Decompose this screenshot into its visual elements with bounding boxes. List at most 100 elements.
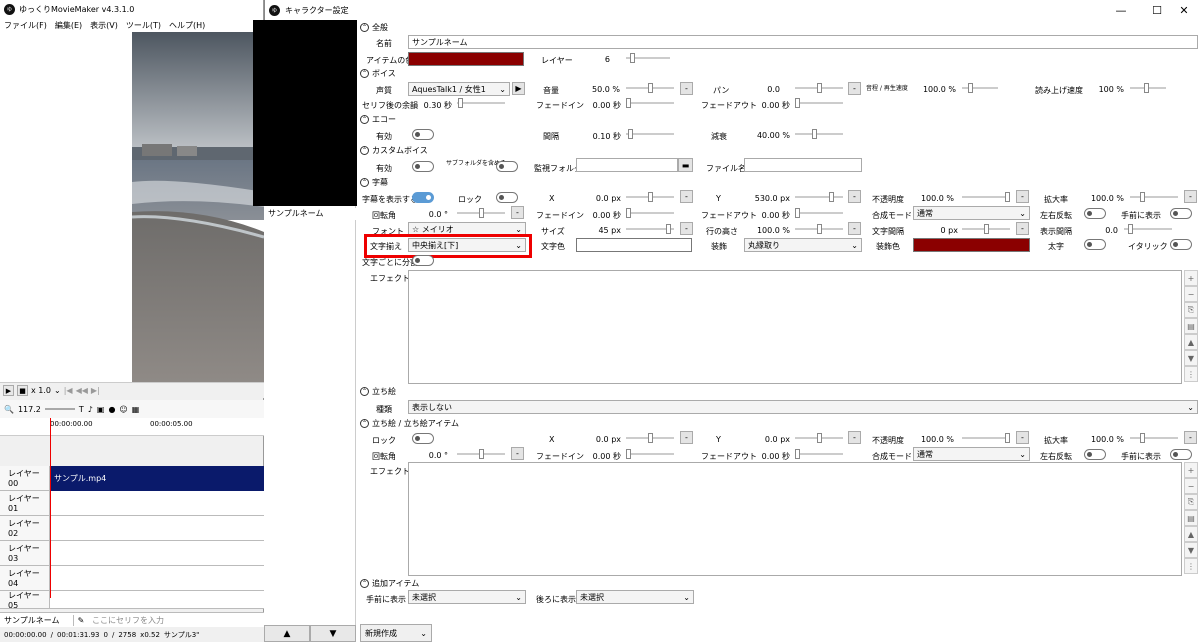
x-menu-button[interactable]: - xyxy=(680,190,693,203)
section-standing-item[interactable]: ⌃ 立ち絵 / 立ち絵アイテム xyxy=(360,418,459,429)
flip-toggle[interactable] xyxy=(1084,208,1106,219)
serif-input[interactable]: ここにセリフを入力 xyxy=(88,615,164,626)
opacity-slider[interactable] xyxy=(962,192,1010,202)
layer-label[interactable]: レイヤー 01 xyxy=(0,491,50,515)
echo-decay-slider[interactable] xyxy=(795,129,843,139)
size-slider[interactable] xyxy=(626,224,674,234)
zoom-slider[interactable] xyxy=(1130,192,1178,202)
new-create-button[interactable]: 新規作成 ⌄ xyxy=(360,624,432,642)
echo-interval-slider[interactable] xyxy=(626,129,674,139)
section-voice[interactable]: ⌃ ボイス xyxy=(360,68,396,79)
after-slider[interactable] xyxy=(457,98,505,108)
si-x-menu-button[interactable]: - xyxy=(680,431,693,444)
layer-label[interactable]: レイヤー 02 xyxy=(0,516,50,540)
add-icon[interactable]: + xyxy=(1184,462,1198,478)
text-icon[interactable]: T xyxy=(79,405,84,414)
italic-toggle[interactable] xyxy=(1170,239,1192,250)
playhead[interactable] xyxy=(50,418,51,598)
remove-icon[interactable]: − xyxy=(1184,478,1198,494)
play-speed-slider[interactable] xyxy=(962,83,998,93)
section-standing[interactable]: ⌃ 立ち絵 xyxy=(360,386,396,397)
more-icon[interactable]: ⋮ xyxy=(1184,366,1198,382)
layer-label[interactable]: レイヤー 04 xyxy=(0,566,50,590)
char-spacing-menu-button[interactable]: - xyxy=(1016,222,1029,235)
star-icon[interactable]: ☆ xyxy=(412,225,422,234)
si-zoom-slider[interactable] xyxy=(1130,433,1178,443)
si-opacity-menu-button[interactable]: - xyxy=(1016,431,1029,444)
kind-select[interactable]: 表示しない ⌄ xyxy=(408,400,1198,414)
si-fadeout-slider[interactable] xyxy=(795,449,843,459)
pan-slider[interactable] xyxy=(795,83,843,93)
save-icon[interactable]: ▤ xyxy=(1184,318,1198,334)
play-button[interactable]: ▶ xyxy=(3,385,14,396)
si-x-slider[interactable] xyxy=(626,433,674,443)
down-icon[interactable]: ▼ xyxy=(1184,350,1198,366)
rotate-menu-button[interactable]: - xyxy=(511,206,524,219)
effect-list[interactable] xyxy=(408,270,1182,384)
item-color-box[interactable] xyxy=(408,52,524,66)
y-slider[interactable] xyxy=(795,192,843,202)
split-toggle[interactable] xyxy=(412,255,434,266)
voice-fadeout-slider[interactable] xyxy=(795,98,843,108)
forward-icon[interactable]: ▶| xyxy=(91,386,100,395)
remove-icon[interactable]: − xyxy=(1184,286,1198,302)
file-name-input[interactable] xyxy=(744,158,862,172)
si-opacity-slider[interactable] xyxy=(962,433,1010,443)
watch-folder-input[interactable] xyxy=(576,158,678,172)
custom-toggle[interactable] xyxy=(412,161,434,172)
si-zoom-menu-button[interactable]: - xyxy=(1184,431,1197,444)
extra-front-select[interactable]: 未選択 ⌄ xyxy=(408,590,526,604)
minimize-icon[interactable]: — xyxy=(1103,0,1139,20)
blend-select[interactable]: 通常 ⌄ xyxy=(913,206,1030,220)
move-down-button[interactable]: ▼ xyxy=(310,625,356,642)
display-spacing-slider[interactable] xyxy=(1124,224,1172,234)
si-rotate-slider[interactable] xyxy=(457,449,505,459)
si-front-toggle[interactable] xyxy=(1170,449,1192,460)
fadeout-slider[interactable] xyxy=(795,208,843,218)
section-echo[interactable]: ⌃ エコー xyxy=(360,114,396,125)
down-icon[interactable]: ▼ xyxy=(1184,542,1198,558)
stop-button[interactable]: ■ xyxy=(17,385,28,396)
move-up-button[interactable]: ▲ xyxy=(264,625,310,642)
volume-slider[interactable] xyxy=(626,83,674,93)
prev-frame-icon[interactable]: |◀ xyxy=(64,386,73,395)
zoom-menu-button[interactable]: - xyxy=(1184,190,1197,203)
rewind-icon[interactable]: ◀◀ xyxy=(76,386,88,395)
size-menu-button[interactable]: - xyxy=(680,222,693,235)
subfolder-toggle[interactable] xyxy=(496,161,518,172)
menu-view[interactable]: 表示(V) xyxy=(90,20,118,31)
smile-icon[interactable]: ☺ xyxy=(119,405,127,414)
si-y-slider[interactable] xyxy=(795,433,843,443)
character-select[interactable]: サンプルネーム xyxy=(0,614,74,626)
section-subtitle[interactable]: ⌃ 字幕 xyxy=(360,177,388,188)
layer-label[interactable]: レイヤー 05 xyxy=(0,591,50,610)
section-custom-voice[interactable]: ⌃ カスタムボイス xyxy=(360,145,428,156)
layer-slider[interactable] xyxy=(626,53,670,63)
character-list-item[interactable]: サンプルネーム xyxy=(264,208,356,220)
add-icon[interactable]: + xyxy=(1184,270,1198,286)
si-y-menu-button[interactable]: - xyxy=(848,431,861,444)
line-height-slider[interactable] xyxy=(795,224,843,234)
grid-icon[interactable]: ▦ xyxy=(132,405,140,414)
layer-label[interactable]: レイヤー 03 xyxy=(0,541,50,565)
si-fadein-slider[interactable] xyxy=(626,449,674,459)
menu-edit[interactable]: 編集(E) xyxy=(55,20,82,31)
si-flip-toggle[interactable] xyxy=(1084,449,1106,460)
name-input[interactable]: サンプルネーム xyxy=(408,35,1198,49)
si-effect-list[interactable] xyxy=(408,462,1182,576)
speed-select[interactable]: x 1.0 xyxy=(31,386,51,395)
text-color-box[interactable] xyxy=(576,238,692,252)
opacity-menu-button[interactable]: - xyxy=(1016,190,1029,203)
timeline-ruler[interactable]: 00:00:00.00 00:00:05.00 xyxy=(0,418,264,436)
lock-toggle[interactable] xyxy=(496,192,518,203)
music-icon[interactable]: ♪ xyxy=(88,405,93,414)
line-height-menu-button[interactable]: - xyxy=(848,222,861,235)
image-icon[interactable]: ▣ xyxy=(97,405,105,414)
echo-toggle[interactable] xyxy=(412,129,434,140)
edit-icon[interactable]: ✎ xyxy=(74,616,88,625)
bold-toggle[interactable] xyxy=(1084,239,1106,250)
layer-label[interactable]: レイヤー 00 xyxy=(0,466,50,490)
more-icon[interactable]: ⋮ xyxy=(1184,558,1198,574)
person-icon[interactable]: ● xyxy=(108,405,115,414)
up-icon[interactable]: ▲ xyxy=(1184,526,1198,542)
